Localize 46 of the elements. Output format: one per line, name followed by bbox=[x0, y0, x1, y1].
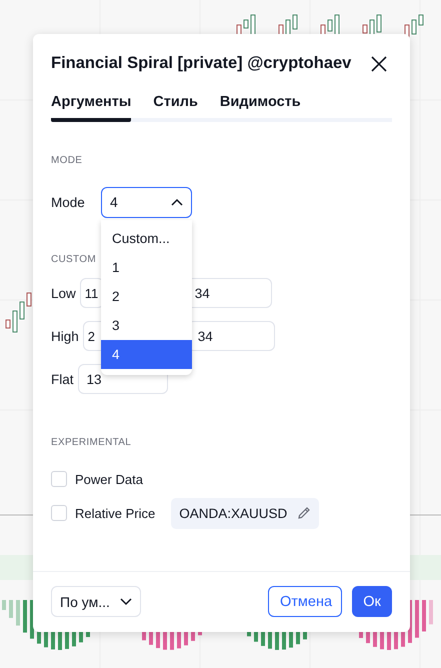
input-field[interactable]: 11 bbox=[80, 278, 104, 308]
field-label: Mode bbox=[51, 194, 86, 210]
dropdown-option[interactable]: 4 bbox=[101, 340, 192, 368]
section-heading: EXPERIMENTAL bbox=[51, 437, 132, 448]
close-icon[interactable] bbox=[370, 54, 388, 72]
dropdown-option[interactable]: 2 bbox=[101, 282, 192, 310]
preset-select[interactable]: По ум... bbox=[51, 586, 141, 617]
histogram-bar bbox=[9, 600, 13, 618]
dropdown-option[interactable]: 1 bbox=[101, 252, 192, 282]
checkbox[interactable] bbox=[51, 505, 67, 521]
checkbox[interactable] bbox=[51, 471, 67, 487]
field-label: Flat bbox=[51, 372, 74, 386]
dropdown-option[interactable]: 3 bbox=[101, 310, 192, 340]
candlestick bbox=[328, 20, 332, 32]
histogram-bar bbox=[23, 600, 27, 633]
checkbox-label: Relative Price bbox=[75, 506, 156, 520]
candlestick bbox=[244, 20, 248, 28]
ok-button[interactable]: Ок bbox=[352, 586, 392, 617]
histogram-bar bbox=[16, 600, 20, 626]
candlestick bbox=[418, 14, 424, 26]
dropdown-option[interactable]: Custom... bbox=[101, 224, 192, 252]
candlestick bbox=[20, 302, 24, 320]
candlestick bbox=[292, 14, 298, 30]
field-label: High bbox=[51, 328, 79, 344]
symbol-button[interactable]: OANDA:XAUUSD bbox=[171, 498, 320, 528]
checkbox-label: Power Data bbox=[75, 472, 143, 486]
candlestick bbox=[12, 310, 18, 332]
histogram-bar bbox=[429, 600, 433, 624]
cancel-button[interactable]: Отмена bbox=[268, 586, 342, 617]
candlestick bbox=[6, 320, 10, 328]
tab[interactable]: Стиль bbox=[153, 90, 198, 122]
dialog-title: Financial Spiral [private] @cryptohaev bbox=[51, 54, 352, 73]
histogram-bar bbox=[415, 600, 419, 638]
histogram-bar bbox=[422, 600, 426, 632]
histogram-bar bbox=[2, 600, 6, 610]
candlestick bbox=[412, 20, 416, 34]
section-heading: CUSTOM bbox=[51, 254, 97, 265]
caret-icon bbox=[171, 198, 183, 206]
mode-select[interactable]: 4 bbox=[101, 186, 192, 218]
caret-icon bbox=[120, 598, 132, 606]
tab[interactable]: Аргументы bbox=[51, 90, 132, 122]
field-label: Low bbox=[51, 286, 76, 300]
pencil-icon bbox=[297, 506, 312, 520]
section-heading: MODE bbox=[51, 155, 84, 166]
input-field[interactable]: 13 bbox=[78, 364, 168, 394]
tab[interactable]: Видимость bbox=[220, 90, 301, 122]
